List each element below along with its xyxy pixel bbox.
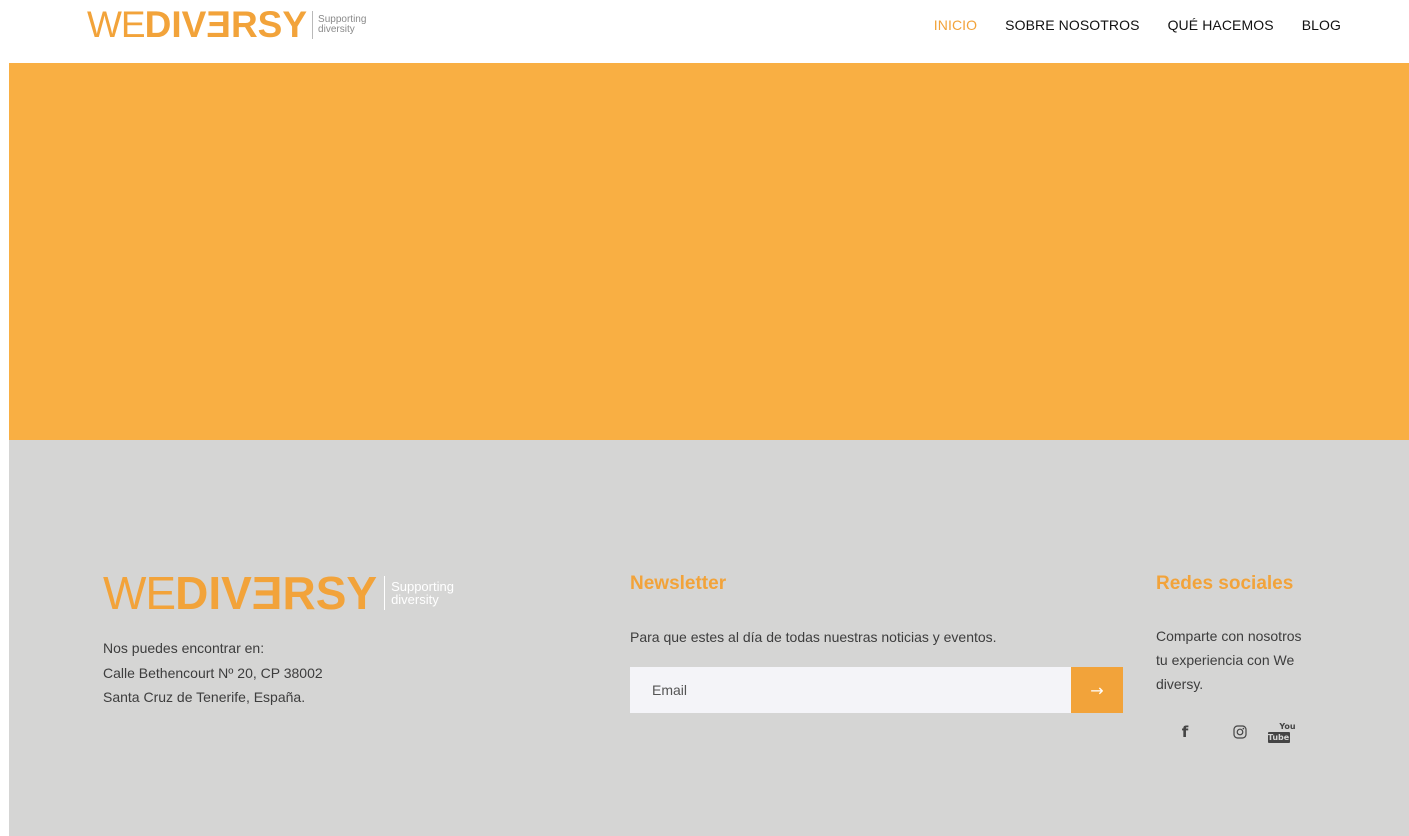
address-line-2: Calle Bethencourt Nº 20, CP 38002: [103, 664, 323, 681]
site-header: WE DIVƎRSY Supporting diversity INICIO S…: [0, 0, 1409, 63]
newsletter-title: Newsletter: [630, 573, 727, 594]
logo-tagline-line2: diversity: [318, 23, 355, 35]
nav-item-que-hacemos[interactable]: QUÉ HACEMOS: [1168, 17, 1274, 33]
address-line-1: Nos puedes encontrar en:: [103, 640, 265, 656]
social-description: Comparte con nosotros tu experiencia con…: [1156, 624, 1336, 696]
arrow-right-icon: →: [1090, 680, 1104, 700]
footer-address: Nos puedes encontrar en: Calle Bethencou…: [103, 636, 323, 710]
footer-logo-separator: [384, 576, 386, 610]
main-nav: INICIO SOBRE NOSOTROS QUÉ HACEMOS BLOG: [906, 17, 1341, 33]
footer-logo[interactable]: WE DIVƎRSY Supporting diversity: [103, 570, 454, 616]
header-logo[interactable]: WE DIVƎRSY Supporting diversity: [87, 6, 366, 43]
nav-item-blog[interactable]: BLOG: [1302, 17, 1341, 33]
footer-logo-tagline-line2: diversity: [391, 592, 439, 607]
youtube-icon[interactable]: You Tube: [1267, 721, 1306, 743]
nav-item-inicio[interactable]: INICIO: [934, 17, 977, 33]
nav-item-sobre-nosotros[interactable]: SOBRE NOSOTROS: [1005, 17, 1139, 33]
youtube-you-text: You: [1279, 721, 1296, 731]
address-line-3: Santa Cruz de Tenerife, España.: [103, 689, 306, 705]
newsletter-submit-button[interactable]: →: [1071, 667, 1123, 713]
logo-tagline: Supporting diversity: [318, 13, 367, 35]
hero-banner: [9, 63, 1409, 440]
social-links: f You Tube: [1156, 721, 1339, 743]
youtube-tube-text: Tube: [1267, 732, 1290, 743]
footer-logo-diversy-text: DIVƎRSY: [175, 567, 378, 619]
logo-separator: [312, 10, 314, 39]
social-title: Redes sociales: [1156, 573, 1294, 594]
footer-logo-tagline: Supporting diversity: [391, 580, 454, 606]
logo-diversy-text: DIVƎRSY: [144, 4, 308, 45]
site-footer: WE DIVƎRSY Supporting diversity Nos pued…: [9, 440, 1409, 836]
newsletter-email-input[interactable]: [630, 667, 1071, 713]
logo-we-text: WE: [87, 4, 146, 45]
newsletter-form: →: [630, 667, 1123, 713]
social-description-line-3: diversy.: [1156, 676, 1204, 692]
facebook-icon[interactable]: f: [1174, 721, 1196, 743]
instagram-icon[interactable]: [1229, 721, 1251, 743]
social-description-line-2: tu experiencia con We: [1156, 652, 1295, 668]
logo-tagline-line1: Supporting: [318, 13, 367, 25]
footer-logo-we-text: WE: [103, 567, 176, 619]
newsletter-description: Para que estes al día de todas nuestras …: [630, 629, 997, 645]
social-description-line-1: Comparte con nosotros: [1156, 628, 1302, 644]
